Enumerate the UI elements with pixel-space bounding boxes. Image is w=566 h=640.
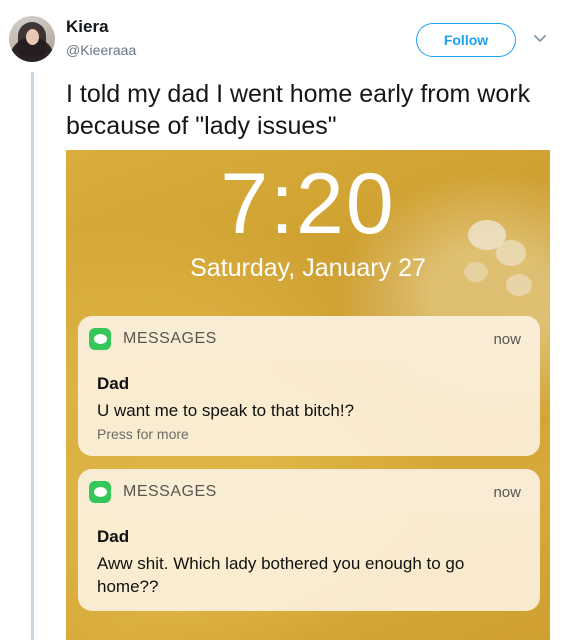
notification-time: now bbox=[493, 331, 521, 348]
avatar[interactable] bbox=[9, 16, 55, 62]
notification-sender: Dad bbox=[97, 374, 130, 393]
notification-message: Aww shit. Which lady bothered you enough… bbox=[97, 554, 465, 596]
notification-message: U want me to speak to that bitch!? bbox=[97, 401, 355, 420]
chevron-down-icon[interactable] bbox=[533, 32, 547, 46]
notification-time: now bbox=[493, 484, 521, 501]
lockscreen-time: 7:20 bbox=[220, 156, 396, 252]
follow-button[interactable]: Follow bbox=[416, 23, 516, 57]
notification-app-name: MESSAGES bbox=[123, 483, 217, 500]
notification-hint: Press for more bbox=[97, 426, 189, 442]
tweet-photo[interactable]: 7:20 Saturday, January 27 MESSAGES now D… bbox=[66, 150, 550, 640]
notification-sender: Dad bbox=[97, 527, 130, 546]
notification-app-name: MESSAGES bbox=[123, 330, 217, 347]
messages-app-icon bbox=[89, 481, 111, 503]
author-handle[interactable]: @Kieeraaa bbox=[66, 42, 136, 58]
lockscreen-date: Saturday, January 27 bbox=[190, 254, 426, 282]
notification-card[interactable]: MESSAGES now Dad Aww shit. Which lady bo… bbox=[78, 469, 540, 611]
notification-card[interactable]: MESSAGES now Dad U want me to speak to t… bbox=[78, 316, 540, 456]
author-name[interactable]: Kiera bbox=[66, 17, 109, 37]
tweet-text: I told my dad I went home early from wor… bbox=[66, 80, 531, 140]
messages-app-icon bbox=[89, 328, 111, 350]
thread-line bbox=[31, 72, 34, 640]
